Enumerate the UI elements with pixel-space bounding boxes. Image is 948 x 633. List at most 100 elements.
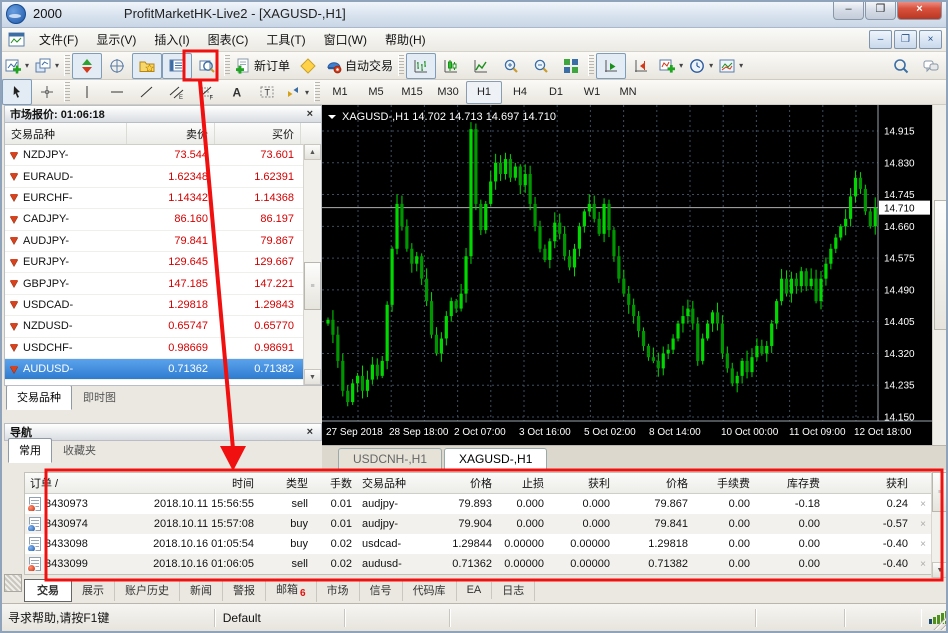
market-watch-tab-即时图[interactable]: 即时图 [72, 385, 127, 410]
orders-col-1[interactable]: 时间 [133, 475, 259, 491]
market-watch-col-0[interactable]: 交易品种 [5, 123, 127, 144]
child-minimize-button[interactable]: – [869, 30, 892, 49]
timeframe-m30-button[interactable]: M30 [430, 81, 466, 104]
text-a-button[interactable]: A [222, 79, 252, 105]
market-watch-scrollbar[interactable]: ▲ ▼ ≡ [303, 144, 321, 385]
search-button[interactable] [886, 53, 916, 79]
chevron-down-icon[interactable]: ▾ [739, 61, 743, 70]
autoscroll-button[interactable] [596, 52, 627, 79]
menu-item[interactable]: 窗口(W) [315, 28, 376, 51]
timeframe-w1-button[interactable]: W1 [574, 81, 610, 104]
chart-tab[interactable]: USDCNH-,H1 [338, 448, 443, 470]
timeframe-m15-button[interactable]: M15 [394, 81, 430, 104]
orders-col-0[interactable]: 订单 / [25, 475, 133, 491]
market-watch-row[interactable]: USDCAD- 1.29818 1.29843 [5, 295, 321, 317]
child-close-button[interactable]: × [919, 30, 942, 49]
orders-table-header[interactable]: 订单 / 时间 类型 手数 交易品种 价格 止损 获利 价格 手续费 库存费 获利 [25, 473, 935, 494]
timeframe-d1-button[interactable]: D1 [538, 81, 574, 104]
market-watch-row[interactable]: EURJPY- 129.645 129.667 [5, 252, 321, 274]
profiles-button[interactable]: ▾ [32, 53, 62, 79]
menu-item[interactable]: 工具(T) [257, 28, 314, 51]
order-close-icon[interactable]: × [913, 499, 933, 510]
orders-col-4[interactable]: 交易品种 [357, 475, 421, 491]
timeframe-h1-button[interactable]: H1 [466, 80, 503, 104]
timeframe-m5-button[interactable]: M5 [358, 81, 394, 104]
status-profile[interactable]: Default [215, 608, 345, 627]
menu-item[interactable]: 文件(F) [30, 28, 87, 51]
terminal-scroll-down-icon[interactable]: ▼ [932, 562, 948, 578]
orders-col-5[interactable]: 价格 [421, 475, 497, 491]
chart-scrollbar[interactable] [932, 105, 948, 445]
line-chart-button[interactable] [466, 53, 496, 79]
cursor-button[interactable] [2, 79, 32, 105]
scroll-up-icon[interactable]: ▲ [304, 144, 321, 160]
chevron-down-icon[interactable]: ▾ [305, 88, 309, 97]
market-watch-row[interactable]: USDCHF- 0.98669 0.98691 [5, 338, 321, 359]
zoom-out-button[interactable] [526, 53, 556, 79]
market-watch-button[interactable] [72, 52, 103, 79]
menu-item[interactable]: 帮助(H) [376, 28, 435, 51]
child-restore-button[interactable]: ❐ [894, 30, 917, 49]
order-row[interactable]: 3433099 2018.10.16 01:06:05 sell 0.02 audusd… [25, 554, 935, 574]
templates-button[interactable]: ▾ [716, 53, 746, 79]
chart-tab[interactable]: XAGUSD-,H1 [444, 448, 548, 471]
menu-item[interactable]: 插入(I) [145, 28, 198, 51]
navigator-button[interactable] [132, 52, 163, 79]
chevron-down-icon[interactable]: ▾ [55, 61, 59, 70]
vline-button[interactable] [72, 79, 102, 105]
hline-button[interactable] [102, 79, 132, 105]
orders-col-6[interactable]: 止损 [497, 475, 549, 491]
new-chart-button[interactable]: ▾ [2, 53, 32, 79]
terminal-scroll-thumb[interactable]: ≡ [932, 472, 948, 512]
orders-col-2[interactable]: 类型 [259, 475, 313, 491]
terminal-tab-日志[interactable]: 日志 [492, 580, 536, 601]
order-close-icon[interactable]: × [913, 539, 933, 550]
terminal-tab-市场[interactable]: 市场 [317, 580, 360, 601]
market-watch-column-headers[interactable]: 交易品种 卖价 买价 [5, 123, 321, 145]
terminal-tab-信号[interactable]: 信号 [360, 580, 403, 601]
market-watch-row[interactable]: EURCHF- 1.14342 1.14368 [5, 188, 321, 210]
chart-shift-button[interactable] [626, 53, 656, 79]
terminal-tab-展示[interactable]: 展示 [72, 580, 115, 601]
restore-button[interactable]: ❐ [865, 0, 896, 20]
periods-button[interactable]: ▾ [686, 53, 716, 79]
market-watch-col-1[interactable]: 卖价 [127, 123, 215, 144]
crosshair-button[interactable] [32, 79, 62, 105]
market-watch-tab-交易品种[interactable]: 交易品种 [6, 385, 72, 410]
terminal-grip-icon[interactable] [4, 574, 22, 592]
orders-col-3[interactable]: 手数 [313, 475, 357, 491]
menu-item[interactable]: 显示(V) [87, 28, 145, 51]
chart-scroll-thumb[interactable] [934, 200, 948, 330]
autotrading-button[interactable]: 自动交易 [323, 53, 396, 79]
chevron-down-icon[interactable]: ▾ [679, 61, 683, 70]
chevron-down-icon[interactable]: ▾ [25, 61, 29, 70]
navigator-tab-收藏夹[interactable]: 收藏夹 [52, 438, 107, 463]
terminal-tab-交易[interactable]: 交易 [24, 579, 72, 602]
terminal-tab-警报[interactable]: 警报 [223, 580, 266, 601]
order-row[interactable]: 3433098 2018.10.16 01:05:54 buy 0.02 usdcad-… [25, 534, 935, 554]
timeframe-m1-button[interactable]: M1 [322, 81, 358, 104]
terminal-tab-新闻[interactable]: 新闻 [180, 580, 223, 601]
navigator-close-icon[interactable]: × [304, 426, 316, 438]
terminal-tab-EA[interactable]: EA [457, 582, 493, 599]
order-close-icon[interactable]: × [913, 519, 933, 530]
market-watch-row[interactable]: AUDUSD- 0.71362 0.71382 [5, 358, 321, 381]
terminal-tab-账户历史[interactable]: 账户历史 [115, 580, 180, 601]
scroll-down-icon[interactable]: ▼ [304, 369, 321, 385]
orders-col-7[interactable]: 获利 [549, 475, 615, 491]
menu-item[interactable]: 图表(C) [199, 28, 258, 51]
terminal-tab-代码库[interactable]: 代码库 [403, 580, 457, 601]
order-row[interactable]: 3430973 2018.10.11 15:56:55 sell 0.01 audjpy… [25, 494, 935, 514]
metaeditor-button[interactable] [293, 53, 323, 79]
timeframe-h4-button[interactable]: H4 [502, 81, 538, 104]
tester-button[interactable] [192, 53, 222, 79]
candle-chart-button[interactable] [436, 53, 466, 79]
market-watch-row[interactable]: NZDJPY- 73.544 73.601 [5, 145, 321, 167]
market-watch-row[interactable]: USDJPY- 111.875111.894 [5, 380, 321, 385]
chat-button[interactable] [916, 53, 946, 79]
new-order-button[interactable]: 新订单 [232, 53, 293, 79]
tile-windows-button[interactable] [556, 53, 586, 79]
market-watch-row[interactable]: GBPJPY- 147.185 147.221 [5, 273, 321, 295]
timeframe-mn-button[interactable]: MN [610, 81, 646, 104]
scroll-thumb[interactable]: ≡ [304, 262, 321, 310]
